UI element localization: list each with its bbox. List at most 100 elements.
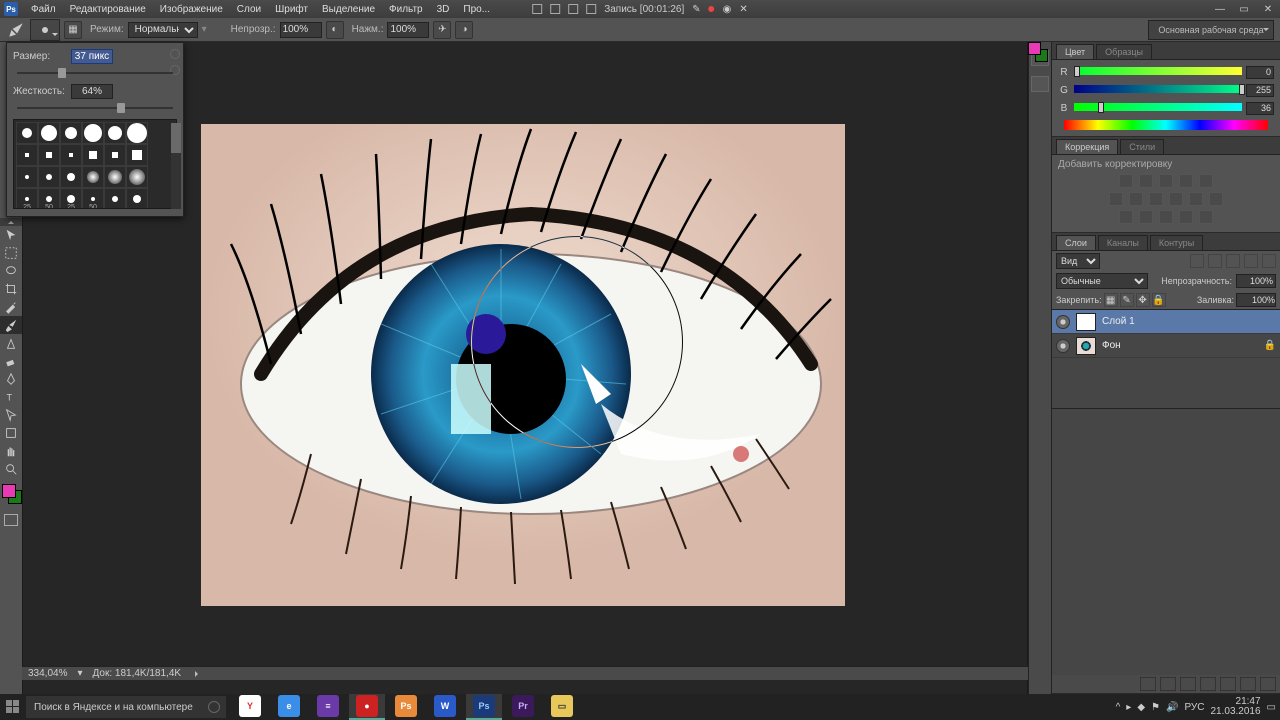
menu-edit[interactable]: Редактирование: [63, 2, 153, 17]
chevron-down-icon[interactable]: ▾: [202, 24, 207, 35]
g-input[interactable]: [1246, 84, 1274, 97]
navigator-icon[interactable]: [1031, 76, 1049, 92]
menu-file[interactable]: Файл: [24, 2, 63, 17]
layer-thumbnail[interactable]: [1076, 337, 1096, 355]
taskbar-app[interactable]: ≡: [310, 694, 346, 720]
menu-layer[interactable]: Слои: [230, 2, 268, 17]
play-icon[interactable]: [195, 671, 201, 677]
color-swatches[interactable]: [0, 482, 22, 510]
tab-channels[interactable]: Каналы: [1098, 235, 1148, 250]
taskbar-search[interactable]: Поиск в Яндексе и на компьютере: [26, 696, 226, 718]
layer-thumbnail[interactable]: [1076, 313, 1096, 331]
brush-preset[interactable]: [104, 144, 126, 166]
menu-filter[interactable]: Фильтр: [382, 2, 430, 17]
r-slider[interactable]: [1074, 67, 1242, 77]
filter-icon[interactable]: [1226, 254, 1240, 268]
current-tool-icon[interactable]: [6, 20, 26, 40]
taskbar-app[interactable]: e: [271, 694, 307, 720]
layer-opacity-input[interactable]: [1236, 274, 1276, 288]
g-slider[interactable]: [1074, 85, 1242, 95]
clone-tool[interactable]: [0, 334, 22, 352]
pressure-opacity-toggle[interactable]: ◐: [326, 21, 344, 39]
r-input[interactable]: [1246, 66, 1274, 79]
tray-icon[interactable]: ▸: [1126, 702, 1131, 713]
menu-type[interactable]: Шрифт: [268, 2, 315, 17]
brush-preset-picker[interactable]: [30, 19, 60, 41]
taskbar-app[interactable]: Ps: [466, 694, 502, 720]
adj-icon[interactable]: [1129, 192, 1143, 206]
menu-view[interactable]: Про...: [456, 2, 497, 17]
adj-icon[interactable]: [1159, 210, 1173, 224]
crop-tool[interactable]: [0, 280, 22, 298]
brush-preset[interactable]: [38, 144, 60, 166]
close-icon[interactable]: ✕: [739, 4, 747, 15]
adjustment-layer-icon[interactable]: [1200, 677, 1216, 691]
adj-icon[interactable]: [1169, 192, 1183, 206]
brush-preset[interactable]: [126, 122, 148, 144]
layer-name[interactable]: Слой 1: [1102, 316, 1135, 327]
eyedropper-tool[interactable]: [0, 298, 22, 316]
tab-adjustments[interactable]: Коррекция: [1056, 139, 1118, 154]
adj-icon[interactable]: [1119, 210, 1133, 224]
brush-preset[interactable]: [126, 144, 148, 166]
new-layer-icon[interactable]: [1240, 677, 1256, 691]
adj-icon[interactable]: [1119, 174, 1133, 188]
brush-preset[interactable]: 25: [60, 188, 82, 209]
adj-icon[interactable]: [1159, 174, 1173, 188]
zoom-tool[interactable]: [0, 460, 22, 478]
filter-icon[interactable]: [1190, 254, 1204, 268]
filter-icon[interactable]: [1262, 254, 1276, 268]
brush-hardness-input[interactable]: [71, 84, 113, 99]
menu-3d[interactable]: 3D: [430, 2, 457, 17]
filter-icon[interactable]: [1244, 254, 1258, 268]
fill-input[interactable]: [1236, 293, 1276, 307]
tray-icon[interactable]: ◆: [1137, 702, 1145, 713]
notifications-icon[interactable]: ▭: [1267, 702, 1276, 713]
brush-preset[interactable]: [38, 166, 60, 188]
mic-icon[interactable]: [208, 701, 220, 713]
tab-swatches[interactable]: Образцы: [1096, 44, 1152, 59]
lasso-tool[interactable]: [0, 262, 22, 280]
taskbar-app[interactable]: ●: [349, 694, 385, 720]
brush-preset[interactable]: 50: [82, 188, 104, 209]
brush-preset[interactable]: [60, 166, 82, 188]
type-tool[interactable]: T: [0, 388, 22, 406]
brush-preset[interactable]: [60, 122, 82, 144]
menu-image[interactable]: Изображение: [153, 2, 230, 17]
brush-size-slider[interactable]: [17, 68, 173, 78]
tab-color[interactable]: Цвет: [1056, 44, 1094, 59]
brush-preset[interactable]: [82, 166, 104, 188]
pencil-icon[interactable]: ✎: [692, 4, 700, 15]
adj-icon[interactable]: [1139, 174, 1153, 188]
brush-preset[interactable]: [126, 188, 148, 209]
delete-layer-icon[interactable]: [1260, 677, 1276, 691]
flow-input[interactable]: [387, 22, 429, 38]
record-dot-icon[interactable]: [709, 6, 715, 12]
layer-filter-kind[interactable]: Вид: [1056, 253, 1100, 269]
opacity-input[interactable]: [280, 22, 322, 38]
brush-grid-scrollbar[interactable]: [171, 123, 181, 209]
brush-preset[interactable]: [38, 122, 60, 144]
adj-icon[interactable]: [1189, 192, 1203, 206]
brush-tool[interactable]: [0, 316, 22, 334]
gear-icon[interactable]: [170, 49, 180, 59]
close-button[interactable]: ✕: [1256, 0, 1280, 18]
tray-chevron-icon[interactable]: ^: [1116, 702, 1121, 713]
start-button[interactable]: [6, 700, 20, 714]
layer-row[interactable]: Слой 1: [1052, 310, 1280, 334]
blend-mode-select[interactable]: Обычные: [1056, 273, 1148, 289]
marquee-tool[interactable]: [0, 244, 22, 262]
zoom-level[interactable]: 334,04%: [28, 668, 67, 679]
layer-fx-icon[interactable]: [1160, 677, 1176, 691]
adj-icon[interactable]: [1179, 210, 1193, 224]
tab-styles[interactable]: Стили: [1120, 139, 1164, 154]
adj-icon[interactable]: [1209, 192, 1223, 206]
taskbar-app[interactable]: Pr: [505, 694, 541, 720]
filter-icon[interactable]: [1208, 254, 1222, 268]
canvas[interactable]: [201, 124, 845, 606]
shape-tool[interactable]: [0, 424, 22, 442]
adj-icon[interactable]: [1139, 210, 1153, 224]
brush-preset[interactable]: [16, 166, 38, 188]
brush-preset[interactable]: [16, 144, 38, 166]
b-input[interactable]: [1246, 102, 1274, 115]
